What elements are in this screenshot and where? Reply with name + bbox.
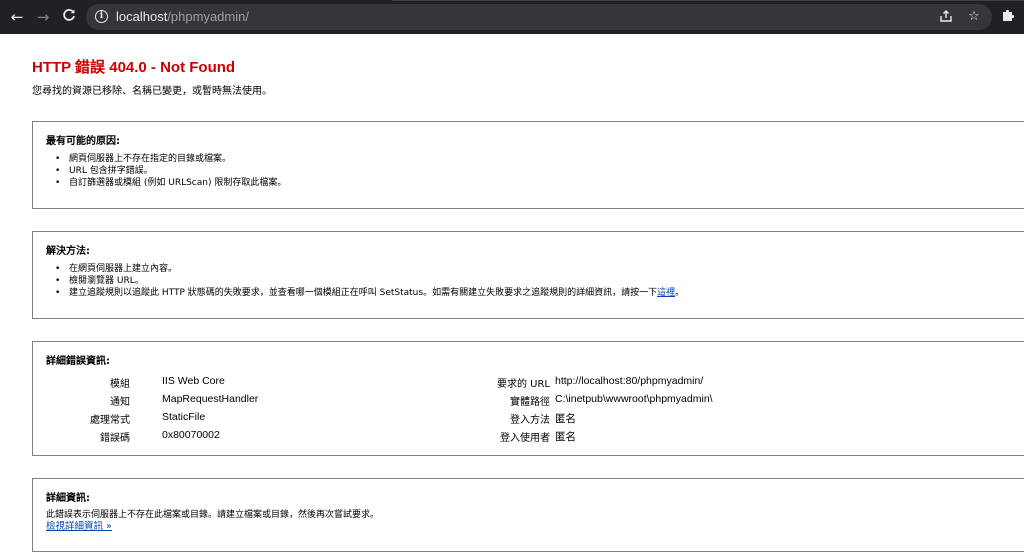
share-icon[interactable] [938, 9, 954, 25]
causes-heading: 最有可能的原因: [46, 136, 120, 147]
table-row: 實體路徑 C:\inetpub\wwwroot\phpmyadmin\ [33, 393, 1024, 411]
table-row: 登入使用者 匿名 [33, 429, 1024, 447]
detail-right-table: 要求的 URL http://localhost:80/phpmyadmin/ … [33, 375, 1024, 447]
url-text[interactable]: localhost/phpmyadmin/ [116, 9, 249, 25]
more-info-section: 詳細資訊: 此錯誤表示伺服器上不存在此檔案或目錄。請建立檔案或目錄，然後再次嘗試… [32, 478, 1024, 552]
solutions-section: 解決方法: 在網頁伺服器上建立內容。 檢閱瀏覽器 URL。 建立追蹤規則以追蹤此… [32, 231, 1024, 319]
detail-label: 登入方法 [510, 415, 550, 426]
browser-toolbar: ← → i localhost/phpmyadmin/ ☆ [0, 0, 1024, 34]
page-content: HTTP 錯誤 404.0 - Not Found 您尋找的資源已移除、名稱已變… [32, 34, 1024, 552]
url-path: /phpmyadmin/ [167, 9, 249, 24]
solutions-list: 在網頁伺服器上建立內容。 檢閱瀏覽器 URL。 建立追蹤規則以追蹤此 HTTP … [55, 263, 685, 299]
info-icon[interactable]: i [95, 10, 108, 23]
view-more-link[interactable]: 檢視詳細資訊 » [46, 521, 112, 533]
list-item: 建立追蹤規則以追蹤此 HTTP 狀態碼的失敗要求，並查看哪一個模組正在呼叫 Se… [55, 287, 685, 299]
arrow-left-icon[interactable]: ← [8, 8, 26, 26]
solution-trace-tail: 。 [675, 288, 685, 298]
detailed-error-heading: 詳細錯誤資訊: [46, 356, 110, 367]
detail-label: 要求的 URL [496, 379, 550, 390]
list-item: 檢閱瀏覽器 URL。 [55, 275, 684, 287]
detail-label: 實體路徑 [510, 397, 550, 408]
puzzle-icon[interactable] [1000, 8, 1016, 24]
star-icon[interactable]: ☆ [966, 9, 982, 25]
solutions-heading: 解決方法: [46, 246, 90, 257]
tabstrip-edge [392, 0, 1024, 1]
solution-trace-text: 建立追蹤規則以追蹤此 HTTP 狀態碼的失敗要求，並查看哪一個模組正在呼叫 Se… [69, 288, 658, 298]
causes-section: 最有可能的原因: 網頁伺服器上不存在指定的目錄或檔案。 URL 包含拼字錯誤。 … [32, 121, 1024, 209]
detailed-error-section: 詳細錯誤資訊: 模組 IIS Web Core 通知 MapRequestHan… [32, 341, 1024, 456]
url-host: localhost [116, 9, 168, 24]
detail-value: C:\inetpub\wwwroot\phpmyadmin\ [555, 393, 713, 405]
here-link[interactable]: 這裡 [657, 288, 675, 298]
detail-value: 匿名 [555, 431, 576, 443]
detail-label: 登入使用者 [500, 433, 550, 444]
table-row: 登入方法 匿名 [33, 411, 1024, 429]
error-subtitle: 您尋找的資源已移除、名稱已變更，或暫時無法使用。 [32, 86, 272, 97]
arrow-right-icon[interactable]: → [34, 8, 52, 26]
puzzle-glyph [1003, 9, 1015, 21]
detail-value: http://localhost:80/phpmyadmin/ [555, 375, 704, 387]
list-item: URL 包含拼字錯誤。 [55, 165, 286, 177]
causes-list: 網頁伺服器上不存在指定的目錄或檔案。 URL 包含拼字錯誤。 自訂篩選器或模組 … [55, 153, 286, 189]
address-bar[interactable]: i localhost/phpmyadmin/ ☆ [86, 4, 992, 30]
table-row: 要求的 URL http://localhost:80/phpmyadmin/ [33, 375, 1024, 393]
more-info-text: 此錯誤表示伺服器上不存在此檔案或目錄。請建立檔案或目錄，然後再次嘗試要求。 [46, 510, 380, 520]
list-item: 在網頁伺服器上建立內容。 [55, 263, 684, 275]
detail-value: 匿名 [555, 413, 576, 425]
error-title: HTTP 錯誤 404.0 - Not Found [32, 59, 236, 76]
more-info-heading: 詳細資訊: [46, 493, 90, 504]
reload-icon[interactable] [60, 8, 78, 26]
list-item: 網頁伺服器上不存在指定的目錄或檔案。 [55, 153, 286, 165]
share-glyph [940, 10, 952, 22]
reload-glyph [63, 9, 75, 21]
list-item: 自訂篩選器或模組 (例如 URLScan) 限制存取此檔案。 [55, 177, 286, 189]
